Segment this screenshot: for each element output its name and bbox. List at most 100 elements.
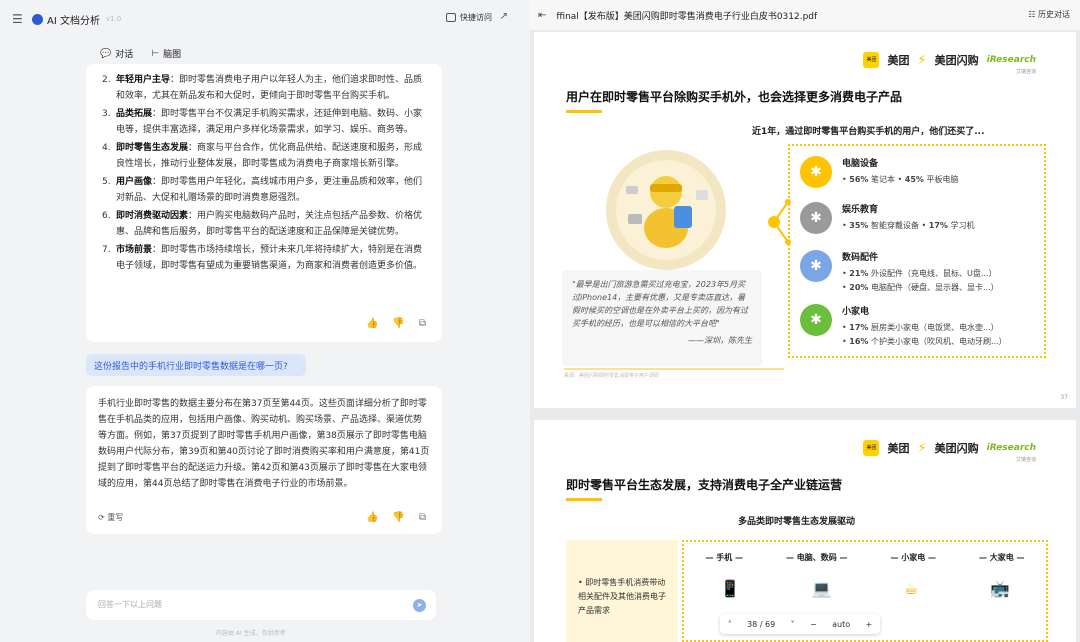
item-text: ：即时零售市场持续增长，预计未来几年将持续扩大，特别是在消费电子领域，即时零售有…: [116, 245, 423, 271]
appliance-icon: ☕: [903, 579, 919, 598]
item-number: 2.: [102, 75, 111, 85]
summary-list: 2. 年轻用户主导：即时零售消费电子用户以年轻人为主，他们追求即时性、品质和效率，…: [100, 72, 428, 274]
thumbs-down-icon[interactable]: 👎: [392, 512, 404, 523]
iresearch-sub: 艾瑞咨询: [1015, 69, 1036, 75]
stat-percent: 17%: [849, 323, 869, 332]
bolt-icon: ⚡: [917, 52, 927, 68]
category-icon: ✱: [800, 202, 832, 234]
quick-access-icon: [446, 13, 456, 22]
stat-label: 笔记本 •: [868, 175, 905, 184]
item-title: 市场前景: [116, 245, 153, 255]
user-quote: "最早是出门旅游急需买过充电宝，2023年5月买过iPhone14，主要有优惠，…: [562, 270, 762, 366]
document-header: ⇤ ffinal【发布版】美团闪购即时零售消费电子行业白皮书0312.pdf ☷…: [530, 0, 1080, 30]
thumbs-up-icon[interactable]: 👍: [366, 512, 378, 523]
chat-input[interactable]: 回答一下以上问题 ➤: [86, 590, 436, 620]
menu-icon[interactable]: ☰: [12, 12, 32, 26]
category-name: 娱乐教育: [842, 205, 879, 215]
page-heading: 即时零售平台生态发展，支持消费电子全产业链运营: [566, 478, 843, 492]
category-stat: • 20% 电脑配件（硬盘、显示器、显卡...）: [842, 283, 999, 292]
tab-mindmap[interactable]: ⊢ 脑图: [147, 44, 185, 63]
col-computer: — 电脑、数码 —: [785, 553, 848, 562]
next-page-icon[interactable]: ˅: [791, 620, 795, 629]
item-number: 5.: [102, 177, 111, 187]
summary-message: 2. 年轻用户主导：即时零售消费电子用户以年轻人为主，他们追求即时性、品质和效率，…: [86, 64, 442, 342]
message-actions: 👍 👎 ⧉: [366, 318, 426, 329]
send-icon[interactable]: ➤: [413, 599, 426, 612]
stat-label: 平板电脑: [923, 175, 959, 184]
quote-text: "最早是出门旅游急需买过充电宝，2023年5月买过iPhone14，主要有优惠，…: [572, 280, 748, 328]
copy-icon[interactable]: ⧉: [419, 512, 426, 523]
page-number: 37: [1060, 394, 1068, 401]
illustration-svg: [616, 160, 716, 260]
stat-label: 个护类小家电（吹风机、电动牙刷...）: [868, 337, 1007, 346]
stat-label: 学习机: [947, 221, 975, 230]
item-text: ：即时零售平台不仅满足手机购买需求，还延伸到电脑、数码、小家电等，提供丰富选择，…: [116, 109, 423, 135]
current-page-field[interactable]: 38 / 69: [747, 620, 775, 629]
stat-label: 智能穿戴设备 •: [868, 221, 929, 230]
quote-author: ——深圳，陈先生: [688, 336, 752, 345]
bolt-icon: ⚡: [917, 440, 927, 456]
page-subheading: 近1年，通过即时零售平台购买手机的用户，他们还买了...: [752, 127, 985, 137]
page-heading: 用户在即时零售平台除购买手机外，也会选择更多消费电子产品: [566, 90, 903, 104]
tab-chat-label: 对话: [115, 50, 134, 60]
document-title: ffinal【发布版】美团闪购即时零售消费电子行业白皮书0312.pdf: [556, 11, 818, 22]
rewrite-label: 重写: [107, 513, 124, 522]
zoom-out-icon[interactable]: −: [810, 620, 817, 629]
item-title: 年轻用户主导: [116, 75, 171, 85]
message-actions: 👍 👎 ⧉: [366, 512, 426, 523]
col-small-appliance: — 小家电 —: [890, 553, 937, 562]
tab-chat[interactable]: 💬 对话: [96, 44, 137, 63]
zoom-in-icon[interactable]: +: [866, 620, 873, 629]
mindmap-icon: ⊢: [151, 48, 160, 59]
item-number: 7.: [102, 245, 111, 255]
answer-text: 手机行业即时零售的数据主要分布在第37页至第44页。这些页面详细分析了即时零售在…: [98, 399, 430, 489]
summary-item: 5. 用户画像：即时零售用户年轻化，高线城市用户多，更注重品质和效率，他们对新品、…: [100, 174, 428, 206]
category-item: ✱ 数码配件 • 21% 外设配件（充电线、鼠标、U盘...） • 20% 电脑配件（…: [800, 250, 999, 295]
summary-item: 4. 即时零售生态发展：商家与平台合作，优化商品供给、配送速度和服务，形成良性增长…: [100, 140, 428, 172]
quick-access-button[interactable]: 快捷访问: [446, 12, 492, 23]
page-navigator: ˄ 38 / 69 ˅ − auto +: [720, 614, 880, 634]
stat-percent: 20%: [849, 283, 869, 292]
category-stat: • 56% 笔记本 • 45% 平板电脑: [842, 175, 959, 184]
collapse-icon[interactable]: ⇤: [538, 10, 546, 21]
share-icon[interactable]: ↗: [500, 11, 508, 22]
category-icon: ✱: [800, 304, 832, 336]
thumbs-up-icon[interactable]: 👍: [366, 318, 378, 329]
heading-underline: [566, 498, 602, 501]
app-logo-icon: [32, 13, 43, 25]
brand-logos: 美团 美团 ⚡ 美团闪购 iResearch 艾瑞咨询: [863, 52, 1036, 75]
zoom-level[interactable]: auto: [832, 620, 850, 629]
total-pages: / 69: [759, 619, 776, 629]
category-item: ✱ 电脑设备 • 56% 笔记本 • 45% 平板电脑: [800, 156, 958, 188]
history-button[interactable]: ☷ 历史对话: [1028, 9, 1070, 20]
disclaimer: 内容由 AI 生成，仅供参考: [216, 630, 286, 637]
user-question: 这份报告中的手机行业即时零售数据是在哪一页?: [86, 354, 306, 376]
history-label: 历史对话: [1038, 10, 1070, 19]
iresearch-logo: iResearch: [986, 55, 1036, 65]
quick-access-label: 快捷访问: [460, 13, 492, 22]
item-title: 即时消费驱动因素: [116, 211, 189, 221]
prev-page-icon[interactable]: ˄: [728, 620, 732, 629]
meituan-flash-text: 美团闪购: [934, 442, 979, 455]
category-name: 小家电: [842, 307, 870, 317]
chat-panel: ☰ AI 文档分析 v1.0 快捷访问 ↗ 💬 对话 ⊢ 脑图 2. 年轻用户主导…: [0, 0, 530, 642]
chat-bubble-icon: 💬: [100, 48, 112, 59]
category-name: 数码配件: [842, 253, 879, 263]
summary-item: 7. 市场前景：即时零售市场持续增长，预计未来几年将持续扩大，特别是在消费电子领域…: [100, 242, 428, 274]
brand-logos: 美团 美团 ⚡ 美团闪购 iResearch 艾瑞咨询: [863, 440, 1036, 463]
category-item: ✱ 小家电 • 17% 厨房类小家电（电饭煲、电水壶...） • 16% 个护类小家电…: [800, 304, 1007, 349]
watermark: 罗超Pro: [959, 590, 1066, 620]
category-stat: • 21% 外设配件（充电线、鼠标、U盘...）: [842, 269, 997, 278]
laptop-icon: 💻: [811, 579, 832, 598]
thumbs-down-icon[interactable]: 👎: [392, 318, 404, 329]
item-number: 3.: [102, 109, 111, 119]
col-large-appliance: — 大家电 —: [978, 553, 1025, 562]
item-title: 即时零售生态发展: [116, 143, 189, 153]
rewrite-button[interactable]: ⟳ 重写: [98, 512, 123, 523]
answer-message: 手机行业即时零售的数据主要分布在第37页至第44页。这些页面详细分析了即时零售在…: [86, 386, 442, 534]
page-footnote: 来源：美团闪购即时零售消费电子用户调研: [564, 368, 784, 388]
copy-icon[interactable]: ⧉: [419, 318, 426, 329]
tab-mindmap-label: 脑图: [163, 50, 182, 60]
stat-percent: 21%: [849, 269, 869, 278]
item-number: 4.: [102, 143, 111, 153]
